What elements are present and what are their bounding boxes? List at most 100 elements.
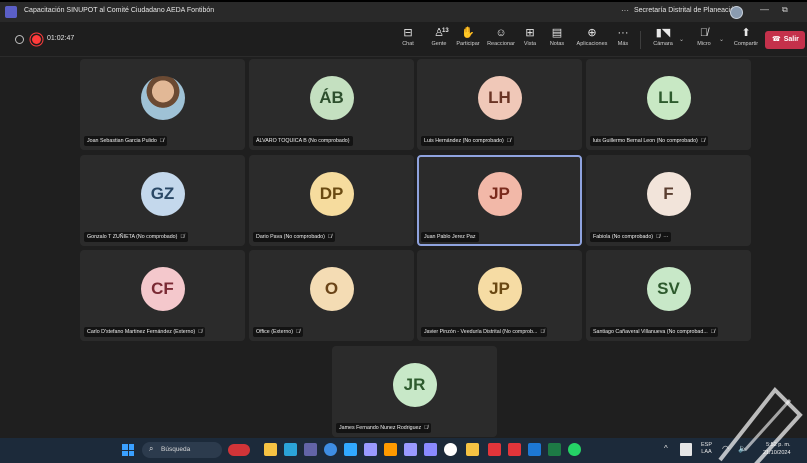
participant-name: Santiago Cañaveral Villanueva (No compro…	[593, 329, 708, 335]
edge-icon[interactable]	[284, 443, 297, 456]
meeting-control-bar: 01:02:47 ⊟ Chat ♙ 13 Gente ✋ Participar ☺ Reacci…	[0, 22, 807, 57]
more-icon: ···	[617, 27, 629, 39]
camera-off-icon: ▮◥	[655, 27, 671, 39]
apps-button[interactable]: ⊕ Aplicaciones	[575, 26, 609, 48]
people-button[interactable]: ♙ 13 Gente	[428, 26, 450, 48]
keyboard-layout: LAA	[701, 449, 712, 455]
mic-muted-icon: 🎙̸	[296, 329, 301, 335]
mic-muted-icon: 🎙̸	[700, 138, 705, 144]
mic-muted-icon: 🎙̸	[710, 329, 715, 335]
app-red-2-icon[interactable]	[508, 443, 521, 456]
participant-tile[interactable]: JR James Fernando Nunez Rodriguez 🎙̸	[332, 346, 497, 437]
participant-avatar: CF	[140, 267, 185, 312]
chat-icon: ⊟	[403, 27, 413, 39]
participant-tile[interactable]: F Fabiola (No comprobado) 🎙̸ ···	[586, 155, 751, 246]
chat-label: Chat	[402, 41, 414, 47]
share-icon: ⬆	[741, 27, 751, 39]
participant-name: ÁLVARO TOQUICA B (No comprobado)	[256, 138, 350, 144]
participant-avatar: O	[309, 267, 354, 312]
windows-taskbar: ⌕ Búsqueda ^ ESP LAA ◠ 🔈 5:52 p. m. 21/1…	[0, 438, 807, 463]
after-effects-icon[interactable]	[364, 443, 377, 456]
participant-tile[interactable]: LL luis Guillermo Bernal Leon (No comprob…	[586, 59, 751, 150]
participant-tile[interactable]: ÁB ÁLVARO TOQUICA B (No comprobado)	[249, 59, 414, 150]
camera-options-chevron-icon[interactable]: ⌄	[679, 36, 684, 43]
clock-date: 21/10/2024	[763, 450, 791, 456]
restore-button[interactable]: ⧉	[782, 5, 788, 15]
teams-icon[interactable]	[304, 443, 317, 456]
camera-button[interactable]: ▮◥ Cámara	[650, 26, 676, 48]
people-label: Gente	[431, 41, 447, 47]
clock-time: 5:52 p. m.	[766, 442, 791, 448]
file-explorer-icon[interactable]	[264, 443, 277, 456]
participant-more-icon[interactable]: ···	[663, 234, 668, 240]
mic-muted-icon: 🎙̸	[424, 425, 429, 431]
more-button[interactable]: ··· Más	[613, 26, 633, 48]
participant-name: luis Guillermo Bernal Leon (No comprobad…	[593, 138, 698, 144]
chrome-icon[interactable]	[324, 443, 337, 456]
tray-app-icon[interactable]	[680, 443, 692, 456]
participant-tile[interactable]: DP Dario Pava (No comprobado) 🎙̸	[249, 155, 414, 246]
participant-photo	[140, 76, 185, 121]
start-icon[interactable]	[122, 444, 134, 456]
language-indicator[interactable]: ESP LAA	[701, 442, 712, 456]
widgets-badge[interactable]	[228, 444, 250, 456]
participant-tile[interactable]: SV Santiago Cañaveral Villanueva (No comp…	[586, 250, 751, 341]
more-label: Más	[617, 41, 629, 47]
leave-button[interactable]: ☎ Salir	[765, 31, 805, 49]
premiere-icon[interactable]	[404, 443, 417, 456]
view-button[interactable]: ⊞ Vista	[520, 26, 540, 48]
tray-overflow-icon[interactable]: ^	[664, 444, 668, 453]
excel-icon[interactable]	[548, 443, 561, 456]
participant-tile[interactable]: JP Javier Pinzón - Veeduría Distrital (No…	[417, 250, 582, 341]
participant-tile[interactable]: JP Juan Pablo Jerez Paz	[417, 155, 582, 246]
obs-icon[interactable]	[444, 443, 457, 456]
organization-name: Secretaría Distrital de Planeación	[634, 7, 738, 14]
participant-avatar: LH	[477, 76, 522, 121]
participant-count: 13	[442, 28, 449, 34]
illustrator-icon[interactable]	[384, 443, 397, 456]
more-options-icon[interactable]: ···	[621, 6, 629, 15]
participant-avatar: DP	[309, 172, 354, 217]
raise-button[interactable]: ✋ Participar	[455, 26, 481, 48]
whatsapp-icon[interactable]	[568, 443, 581, 456]
mic-options-chevron-icon[interactable]: ⌄	[719, 36, 724, 43]
participant-name-tag: James Fernando Nunez Rodriguez 🎙̸	[336, 423, 432, 433]
participant-grid: Joan Sebastian Garcia Pulido 🎙̸ ÁB ÁLVARO T…	[0, 57, 807, 438]
wifi-icon[interactable]: ◠	[722, 444, 729, 453]
mic-off-icon: 🎙̸	[699, 27, 709, 39]
mic-button[interactable]: 🎙̸ Micro	[692, 26, 716, 48]
participant-name-tag: Gonzalo T ZUÑIETA (No comprobado) 🎙̸	[84, 232, 188, 242]
taskbar-clock[interactable]: 5:52 p. m. 21/10/2024	[763, 441, 791, 457]
participant-name: Luis Hernández (No comprobado)	[424, 138, 504, 144]
participant-name-tag: ÁLVARO TOQUICA B (No comprobado)	[253, 136, 353, 146]
mic-muted-icon: 🎙̸	[656, 234, 661, 240]
volume-icon[interactable]: 🔈	[738, 444, 748, 453]
taskbar-search[interactable]: ⌕ Búsqueda	[142, 442, 222, 458]
participant-name: Carlo D'stefano Martinez Fernández (Exte…	[87, 329, 196, 335]
outlook-icon[interactable]	[528, 443, 541, 456]
view-label: Vista	[523, 41, 537, 47]
share-button[interactable]: ⬆ Compartir	[731, 26, 761, 48]
leave-label: Salir	[783, 36, 799, 43]
meeting-info-icon[interactable]	[15, 35, 24, 44]
folder-icon[interactable]	[466, 443, 479, 456]
participant-name-tag: Fabiola (No comprobado) 🎙̸ ···	[590, 232, 672, 242]
participant-tile[interactable]: O Office (Externo) 🎙̸	[249, 250, 414, 341]
participant-tile[interactable]: LH Luis Hernández (No comprobado) 🎙̸	[417, 59, 582, 150]
mic-muted-icon: 🎙̸	[198, 329, 203, 335]
minimize-button[interactable]: —	[760, 4, 769, 14]
participant-tile[interactable]: Joan Sebastian Garcia Pulido 🎙̸	[80, 59, 245, 150]
app-red-icon[interactable]	[488, 443, 501, 456]
participant-tile[interactable]: CF Carlo D'stefano Martinez Fernández (Ex…	[80, 250, 245, 341]
react-button[interactable]: ☺ Reaccionar	[485, 26, 517, 48]
notes-button[interactable]: ▤ Notas	[548, 26, 566, 48]
participant-name: Javier Pinzón - Veeduría Distrital (No c…	[424, 329, 538, 335]
chat-button[interactable]: ⊟ Chat	[400, 26, 416, 48]
media-encoder-icon[interactable]	[424, 443, 437, 456]
apps-label: Aplicaciones	[576, 41, 608, 47]
participant-tile[interactable]: GZ Gonzalo T ZUÑIETA (No comprobado) 🎙̸	[80, 155, 245, 246]
participant-name-tag: Office (Externo) 🎙̸	[253, 327, 304, 337]
account-avatar[interactable]	[730, 6, 743, 19]
photoshop-icon[interactable]	[344, 443, 357, 456]
react-icon: ☺	[495, 27, 507, 39]
